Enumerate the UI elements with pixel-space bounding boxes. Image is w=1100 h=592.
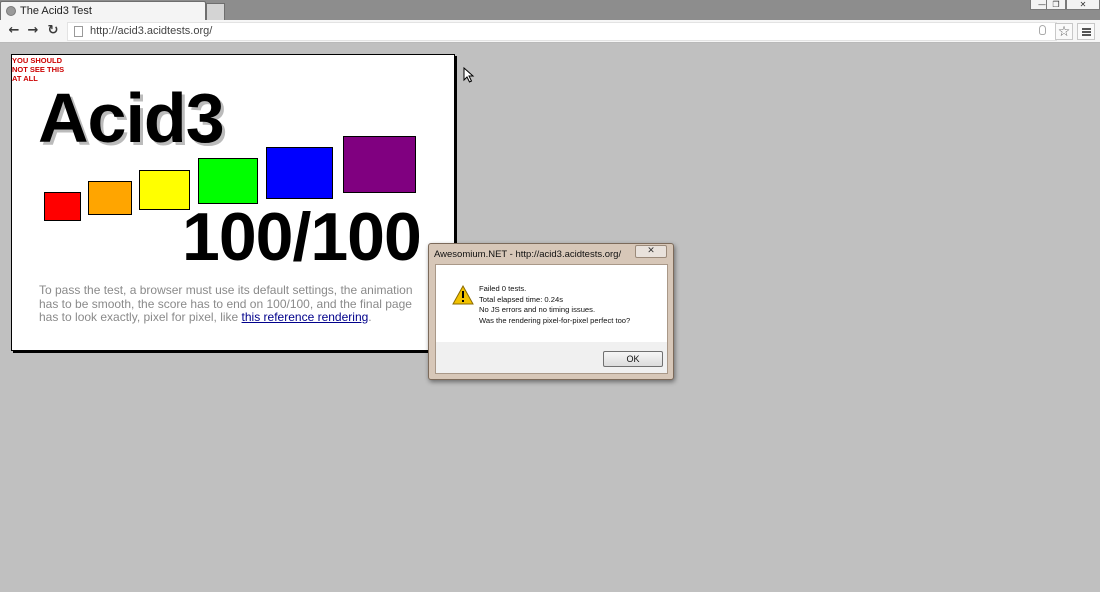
- acid3-page: YOU SHOULD NOT SEE THIS AT ALL Acid3 100…: [11, 54, 455, 351]
- title-bar: The Acid3 Test — ❐ ✕: [0, 0, 1100, 20]
- bucket-2: [88, 181, 132, 215]
- dialog-message: Failed 0 tests. Total elapsed time: 0.24…: [479, 284, 630, 326]
- forward-icon[interactable]: →: [25, 23, 41, 39]
- back-icon[interactable]: ←: [6, 23, 22, 39]
- address-bar[interactable]: http://acid3.acidtests.org/: [67, 22, 1057, 41]
- url-text[interactable]: http://acid3.acidtests.org/: [90, 25, 212, 37]
- bookmark-star-icon[interactable]: ☆: [1055, 23, 1073, 40]
- microphone-icon[interactable]: [1039, 25, 1046, 35]
- browser-toolbar: ← → ↻ http://acid3.acidtests.org/ ☆: [0, 20, 1100, 43]
- page-icon: [74, 26, 83, 37]
- new-tab-button[interactable]: [206, 3, 225, 20]
- instructions: To pass the test, a browser must use its…: [39, 283, 431, 325]
- alert-dialog: Awesomium.NET - http://acid3.acidtests.o…: [428, 243, 674, 380]
- favicon-icon: [6, 6, 16, 16]
- bucket-5: [266, 147, 333, 199]
- close-window-button[interactable]: ✕: [1066, 0, 1100, 10]
- bucket-4: [198, 158, 258, 204]
- tab-title: The Acid3 Test: [20, 5, 92, 17]
- menu-icon[interactable]: [1077, 23, 1095, 40]
- message-line: Failed 0 tests.: [479, 284, 527, 293]
- score: 100/100: [182, 199, 422, 275]
- restore-button[interactable]: ❐: [1046, 0, 1066, 10]
- dialog-title: Awesomium.NET - http://acid3.acidtests.o…: [434, 249, 622, 260]
- page-title: Acid3: [38, 79, 225, 157]
- bucket-1: [44, 192, 81, 221]
- reference-rendering-link[interactable]: this reference rendering: [242, 310, 369, 324]
- instructions-end: .: [368, 310, 372, 324]
- tab-acid3[interactable]: The Acid3 Test: [0, 1, 206, 20]
- message-line: No JS errors and no timing issues.: [479, 305, 596, 314]
- message-line: Was the rendering pixel-for-pixel perfec…: [479, 315, 631, 325]
- dialog-body: Failed 0 tests. Total elapsed time: 0.24…: [435, 264, 668, 374]
- message-line: Total elapsed time: 0.24s: [479, 294, 564, 304]
- ok-button[interactable]: OK: [603, 351, 663, 367]
- dialog-close-button[interactable]: ✕: [635, 245, 667, 258]
- reload-icon[interactable]: ↻: [45, 23, 61, 39]
- mouse-cursor-icon: [463, 67, 475, 83]
- bucket-6: [343, 136, 416, 193]
- warning-icon: [452, 285, 474, 305]
